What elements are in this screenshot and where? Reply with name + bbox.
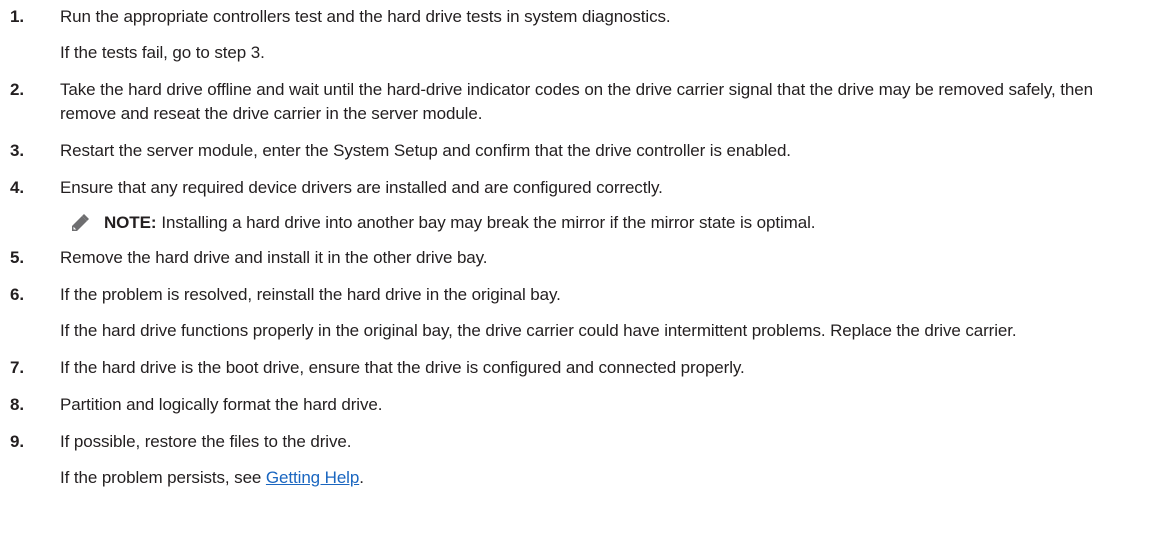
step-text: Restart the server module, enter the Sys…: [60, 141, 791, 160]
document: 1. Run the appropriate controllers test …: [0, 0, 1152, 490]
getting-help-link[interactable]: Getting Help: [266, 468, 359, 487]
step-5: 5. Remove the hard drive and install it …: [10, 246, 1152, 270]
step-number: 1.: [10, 7, 24, 26]
step-text: Partition and logically format the hard …: [60, 395, 383, 414]
note-callout: NOTE: Installing a hard drive into anoth…: [60, 211, 1152, 235]
step-subtext: If the tests fail, go to step 3.: [60, 43, 265, 62]
step-6: 6. If the problem is resolved, reinstall…: [10, 283, 1152, 343]
step-7: 7. If the hard drive is the boot drive, …: [10, 356, 1152, 380]
step-number: 2.: [10, 80, 24, 99]
step-number: 7.: [10, 358, 24, 377]
step-2: 2. Take the hard drive offline and wait …: [10, 78, 1152, 126]
step-text: Run the appropriate controllers test and…: [60, 7, 671, 26]
step-text: Remove the hard drive and install it in …: [60, 248, 488, 267]
step-text: If the hard drive is the boot drive, ens…: [60, 358, 745, 377]
step-number: 4.: [10, 178, 24, 197]
step-3: 3. Restart the server module, enter the …: [10, 139, 1152, 163]
step-text: Take the hard drive offline and wait unt…: [60, 80, 1093, 123]
note-pencil-icon: [72, 214, 89, 231]
step-4: 4. Ensure that any required device drive…: [10, 176, 1152, 200]
subtext-prefix: If the problem persists, see: [60, 468, 266, 487]
subtext-suffix: .: [359, 468, 364, 487]
step-number: 8.: [10, 395, 24, 414]
step-number: 3.: [10, 141, 24, 160]
step-text: If the problem is resolved, reinstall th…: [60, 285, 561, 304]
step-number: 9.: [10, 432, 24, 451]
step-subtext: If the hard drive functions properly in …: [60, 321, 1017, 340]
note-label: NOTE:: [104, 213, 157, 232]
step-text: If possible, restore the files to the dr…: [60, 432, 352, 451]
note-text: Installing a hard drive into another bay…: [161, 213, 816, 232]
step-text: Ensure that any required device drivers …: [60, 178, 663, 197]
step-9: 9. If possible, restore the files to the…: [10, 430, 1152, 490]
step-subtext: If the problem persists, see Getting Hel…: [60, 466, 1150, 490]
step-8: 8. Partition and logically format the ha…: [10, 393, 1152, 417]
step-1: 1. Run the appropriate controllers test …: [10, 5, 1152, 65]
step-number: 6.: [10, 285, 24, 304]
step-number: 5.: [10, 248, 24, 267]
